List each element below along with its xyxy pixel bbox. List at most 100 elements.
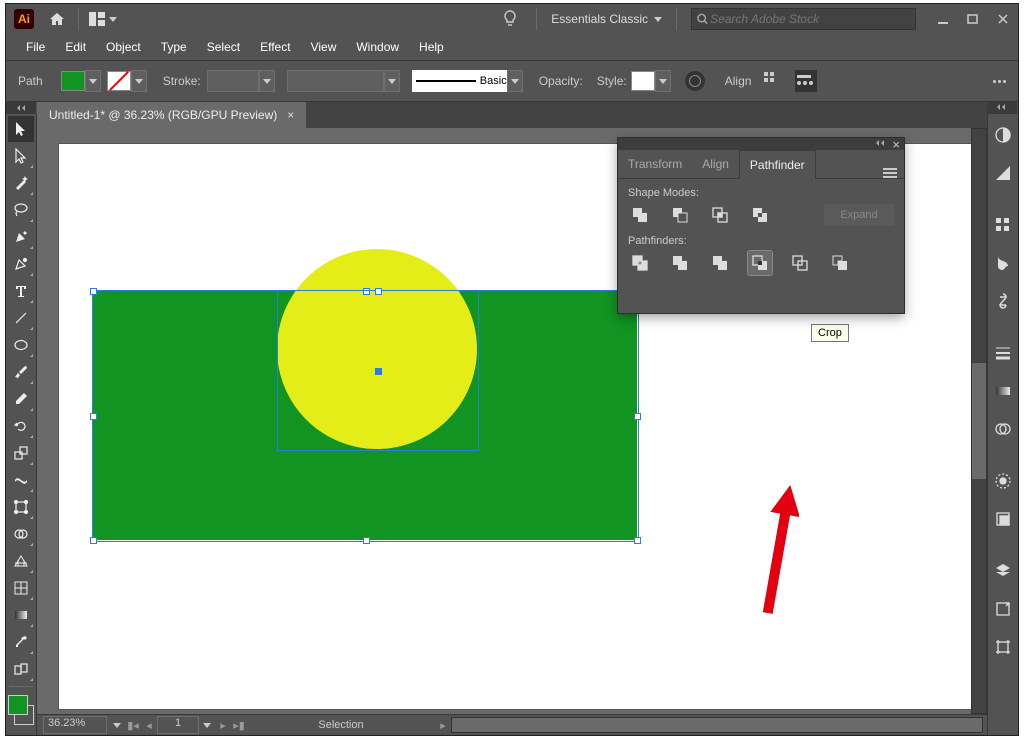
stroke-weight-dropdown[interactable] (259, 70, 275, 92)
menu-edit[interactable]: Edit (55, 36, 96, 58)
menu-view[interactable]: View (301, 36, 347, 58)
appearance-panel-icon[interactable] (990, 468, 1016, 494)
width-tool[interactable] (8, 467, 34, 493)
stroke-panel-icon[interactable] (990, 340, 1016, 366)
asset-export-panel-icon[interactable] (990, 596, 1016, 622)
curvature-tool[interactable] (8, 251, 34, 277)
symbols-panel-icon[interactable] (990, 288, 1016, 314)
style-dropdown[interactable] (655, 70, 671, 92)
intersect-button[interactable] (708, 203, 732, 227)
outline-button[interactable] (788, 251, 812, 275)
recolor-button[interactable] (685, 71, 705, 91)
artboard-number-field[interactable]: 1 (157, 716, 199, 734)
arrange-documents-button[interactable] (85, 4, 121, 34)
pen-tool[interactable] (8, 224, 34, 250)
horizontal-scrollbar[interactable] (451, 717, 983, 733)
panel-title-bar[interactable]: × (618, 138, 904, 150)
brush-dropdown[interactable] (507, 70, 523, 92)
expand-panels-button[interactable] (987, 102, 1017, 114)
pencil-tool[interactable] (8, 386, 34, 412)
unite-button[interactable] (628, 203, 652, 227)
magic-wand-tool[interactable] (8, 170, 34, 196)
stroke-dropdown[interactable] (131, 70, 147, 92)
paintbrush-tool[interactable] (8, 359, 34, 385)
zoom-dropdown[interactable] (109, 717, 125, 733)
merge-button[interactable] (708, 251, 732, 275)
align-button-1[interactable] (763, 71, 783, 91)
first-artboard-button[interactable]: ▮◂ (125, 717, 141, 733)
artboard-dropdown[interactable] (199, 717, 215, 733)
status-play-button[interactable]: ▸ (435, 717, 451, 733)
vertical-scrollbar[interactable] (971, 128, 987, 714)
color-panel-icon[interactable] (990, 122, 1016, 148)
expand-button[interactable]: Expand (824, 204, 894, 226)
artboards-panel-icon[interactable] (990, 634, 1016, 660)
mesh-tool[interactable] (8, 575, 34, 601)
divide-button[interactable] (628, 251, 652, 275)
expand-tools-button[interactable] (6, 102, 36, 114)
fill-swatch[interactable] (61, 71, 85, 91)
gradient-tool[interactable] (8, 602, 34, 628)
close-tab-button[interactable]: × (287, 108, 294, 122)
last-artboard-button[interactable]: ▸▮ (231, 717, 247, 733)
workspace-switcher[interactable]: Essentials Classic (543, 5, 670, 33)
panel-tab-transform[interactable]: Transform (618, 150, 692, 178)
fill-stroke-indicator[interactable] (8, 695, 34, 725)
color-guide-panel-icon[interactable] (990, 160, 1016, 186)
fill-dropdown[interactable] (85, 70, 101, 92)
panel-menu-button[interactable] (876, 168, 904, 178)
line-tool[interactable] (8, 305, 34, 331)
next-artboard-button[interactable]: ▸ (215, 717, 231, 733)
stroke-swatch-none[interactable] (107, 71, 131, 91)
search-box[interactable] (691, 8, 916, 30)
collapse-icon[interactable] (876, 140, 886, 148)
stroke-profile-dropdown[interactable] (384, 70, 400, 92)
free-transform-tool[interactable] (8, 494, 34, 520)
lasso-tool[interactable] (8, 197, 34, 223)
minus-front-button[interactable] (668, 203, 692, 227)
transparency-panel-icon[interactable] (990, 416, 1016, 442)
maximize-button[interactable] (958, 4, 988, 34)
brushes-panel-icon[interactable] (990, 250, 1016, 276)
scale-tool[interactable] (8, 440, 34, 466)
ellipse-tool[interactable] (8, 332, 34, 358)
rotate-tool[interactable] (8, 413, 34, 439)
type-tool[interactable] (8, 278, 34, 304)
perspective-tool[interactable] (8, 548, 34, 574)
swatches-panel-icon[interactable] (990, 212, 1016, 238)
menu-effect[interactable]: Effect (250, 36, 300, 58)
blend-tool[interactable] (8, 656, 34, 682)
shape-builder-tool[interactable] (8, 521, 34, 547)
menu-object[interactable]: Object (96, 36, 151, 58)
panel-close-button[interactable]: × (892, 137, 900, 152)
discover-icon[interactable] (500, 9, 520, 29)
exclude-button[interactable] (748, 203, 772, 227)
panel-tab-pathfinder[interactable]: Pathfinder (739, 150, 816, 179)
menu-type[interactable]: Type (151, 36, 197, 58)
crop-button[interactable] (748, 251, 772, 275)
eyedropper-tool[interactable] (8, 629, 34, 655)
stroke-weight-field[interactable] (207, 70, 259, 92)
search-input[interactable] (708, 11, 910, 27)
brush-definition[interactable]: Basic (412, 70, 507, 92)
trim-button[interactable] (668, 251, 692, 275)
align-button-2[interactable] (795, 70, 817, 92)
panel-tab-align[interactable]: Align (692, 150, 739, 178)
zoom-field[interactable]: 36.23% (43, 716, 107, 734)
menu-window[interactable]: Window (346, 36, 409, 58)
direct-selection-tool[interactable] (8, 143, 34, 169)
selection-tool[interactable] (8, 116, 34, 142)
menu-help[interactable]: Help (409, 36, 454, 58)
document-tab[interactable]: Untitled-1* @ 36.23% (RGB/GPU Preview) × (37, 102, 306, 128)
prev-artboard-button[interactable]: ◂ (141, 717, 157, 733)
close-window-button[interactable] (988, 4, 1018, 34)
style-swatch[interactable] (631, 71, 655, 91)
gradient-panel-icon[interactable] (990, 378, 1016, 404)
control-more-button[interactable] (993, 80, 1006, 83)
menu-file[interactable]: File (16, 36, 55, 58)
layers-panel-icon[interactable] (990, 558, 1016, 584)
stroke-profile-field[interactable] (287, 70, 384, 92)
graphic-styles-panel-icon[interactable] (990, 506, 1016, 532)
minus-back-button[interactable] (828, 251, 852, 275)
menu-select[interactable]: Select (197, 36, 250, 58)
